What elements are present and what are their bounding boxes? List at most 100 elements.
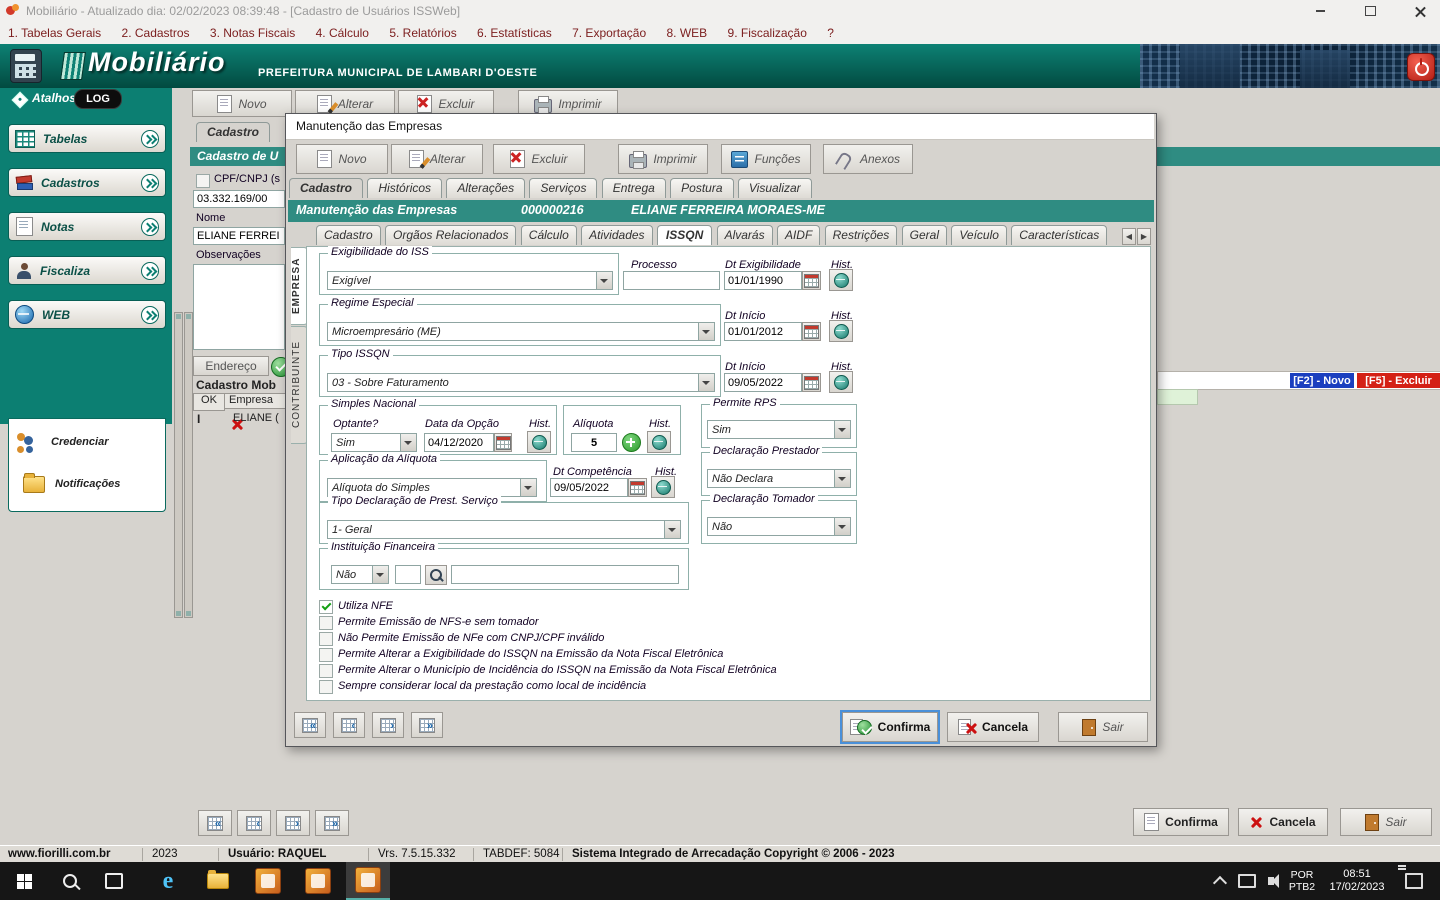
app2-button[interactable] [296, 862, 340, 900]
dlg-nav-first-button[interactable]: « [294, 712, 326, 738]
file-explorer-button[interactable] [196, 862, 240, 900]
bg-confirma-button[interactable]: Confirma [1133, 808, 1229, 836]
tab-atividades[interactable]: Atividades [581, 225, 653, 245]
aliquota-field[interactable]: 5 [571, 433, 617, 452]
tipo-issqn-dt-field[interactable]: 09/05/2022 [724, 373, 802, 392]
notification-center-button[interactable] [1396, 862, 1432, 900]
optante-select[interactable]: Sim [331, 433, 417, 452]
tray-display-button[interactable] [1234, 862, 1260, 900]
bg-sair-button[interactable]: Sair [1340, 808, 1432, 836]
dlg-nav-last-button[interactable]: » [411, 712, 443, 738]
dlg-funcoes-button[interactable]: Funções [721, 144, 811, 174]
tab-alvaras[interactable]: Alvarás [716, 225, 773, 245]
dlg-anexos-button[interactable]: Anexos [823, 144, 913, 174]
tab-servicos[interactable]: Serviços [529, 178, 598, 198]
tray-volume-button[interactable] [1258, 862, 1284, 900]
tab-historicos[interactable]: Históricos [367, 178, 443, 198]
sidebar-item-tabelas[interactable]: Tabelas [8, 124, 166, 153]
menu-web[interactable]: 8. WEB [666, 22, 707, 44]
dropdown-arrow-icon[interactable] [372, 566, 388, 583]
exigibilidade-select[interactable]: Exigível [327, 271, 613, 290]
tab-visualizar[interactable]: Visualizar [737, 178, 812, 198]
dropdown-arrow-icon[interactable] [596, 272, 612, 289]
regime-select[interactable]: Microempresário (ME) [327, 322, 715, 341]
tray-expand-button[interactable] [1206, 862, 1234, 900]
dropdown-arrow-icon[interactable] [834, 518, 850, 535]
add-aliquota-button[interactable] [622, 433, 641, 452]
tipo-declaracao-select[interactable]: 1- Geral [327, 520, 681, 539]
dropdown-arrow-icon[interactable] [400, 434, 416, 451]
tab-postura[interactable]: Postura [670, 178, 734, 198]
bg-cpf-checkbox[interactable] [196, 174, 210, 188]
tray-language-button[interactable]: POR PTB2 [1284, 862, 1320, 900]
dlg-excluir-button[interactable]: Excluir [493, 144, 585, 174]
start-button[interactable] [0, 862, 48, 900]
bg-nav-next-button[interactable]: › [276, 810, 310, 836]
menu-fiscalizacao[interactable]: 9. Fiscalização [728, 22, 807, 44]
sidebar-item-notificacoes[interactable]: Notificações [23, 469, 163, 499]
browser-button[interactable]: e [146, 862, 190, 900]
menu-tabelas-gerais[interactable]: 1. Tabelas Gerais [8, 22, 101, 44]
chevron-double-icon[interactable] [141, 129, 159, 148]
inst-financeira-search-button[interactable] [425, 565, 447, 585]
chevron-double-icon[interactable] [141, 217, 159, 236]
dropdown-arrow-icon[interactable] [834, 421, 850, 438]
dt-competencia-calendar-button[interactable] [628, 478, 647, 497]
dlg-cancela-button[interactable]: Cancela [947, 712, 1039, 742]
sidebar-item-notas[interactable]: Notas [8, 212, 166, 241]
task-view-button[interactable] [92, 862, 136, 900]
dt-exigibilidade-field[interactable]: 01/01/1990 [724, 271, 802, 290]
sidebar-item-credenciar[interactable]: Credenciar [15, 427, 159, 457]
bg-tab-cadastro[interactable]: Cadastro [196, 122, 271, 142]
bg-novo-button[interactable]: Novo [192, 90, 292, 117]
menu-estatisticas[interactable]: 6. Estatísticas [477, 22, 552, 44]
aliquota-hist-button[interactable] [647, 431, 671, 453]
dropdown-arrow-icon[interactable] [698, 323, 714, 340]
tab-scroll-right-button[interactable]: ▶ [1137, 228, 1151, 245]
dlg-novo-button[interactable]: Novo [296, 144, 388, 174]
bg-nome-field[interactable]: ELIANE FERREI [193, 227, 285, 245]
maximize-button[interactable] [1356, 2, 1384, 20]
tab-aidf[interactable]: AIDF [776, 225, 821, 245]
data-opcao-field[interactable]: 04/12/2020 [424, 433, 494, 452]
tab-alteracoes[interactable]: Alterações [446, 178, 526, 198]
bg-nav-prev-button[interactable]: ‹ [237, 810, 271, 836]
bg-cpf-field[interactable]: 03.332.169/00 [193, 190, 285, 208]
menu-relatorios[interactable]: 5. Relatórios [389, 22, 456, 44]
bg-nav-last-button[interactable]: » [315, 810, 349, 836]
regime-dt-field[interactable]: 01/01/2012 [724, 322, 802, 341]
permite-rps-select[interactable]: Sim [707, 420, 851, 439]
utiliza-nfe-checkbox[interactable] [319, 600, 333, 614]
dlg-alterar-button[interactable]: Alterar [391, 144, 483, 174]
dlg-imprimir-button[interactable]: Imprimir [618, 144, 708, 174]
decl-prestador-select[interactable]: Não Declara [707, 469, 851, 488]
dlg-nav-prev-button[interactable]: ‹ [333, 712, 365, 738]
dialog-title-bar[interactable]: Manutenção das Empresas [286, 114, 1154, 140]
tab-veiculo[interactable]: Veículo [951, 225, 1007, 245]
local-prestacao-checkbox[interactable] [319, 680, 333, 694]
dropdown-arrow-icon[interactable] [834, 470, 850, 487]
dlg-nav-next-button[interactable]: › [372, 712, 404, 738]
sidebar-item-cadastros[interactable]: Cadastros [8, 168, 166, 197]
tab-geral[interactable]: Geral [901, 225, 947, 245]
bg-cancela-button[interactable]: Cancela [1238, 808, 1328, 836]
alterar-exigibilidade-checkbox[interactable] [319, 648, 333, 662]
chevron-double-icon[interactable] [141, 261, 159, 280]
tipo-issqn-hist-button[interactable] [829, 371, 853, 393]
tab-scroll-left-button[interactable]: ◀ [1122, 228, 1136, 245]
nfe-cnpj-invalido-checkbox[interactable] [319, 632, 333, 646]
simples-hist-button[interactable] [527, 431, 551, 453]
sidebar-item-fiscaliza[interactable]: Fiscaliza [8, 256, 166, 285]
data-opcao-calendar-button[interactable] [494, 433, 512, 452]
menu-calculo[interactable]: 4. Cálculo [316, 22, 369, 44]
exigibilidade-hist-button[interactable] [829, 269, 853, 291]
dropdown-arrow-icon[interactable] [520, 479, 536, 496]
emissao-sem-tomador-checkbox[interactable] [319, 616, 333, 630]
menu-exportacao[interactable]: 7. Exportação [572, 22, 646, 44]
inst-financeira-name-field[interactable] [451, 565, 679, 584]
tab-restricoes[interactable]: Restrições [824, 225, 898, 245]
dlg-sair-button[interactable]: Sair [1058, 712, 1148, 742]
tab-caracteristicas[interactable]: Características [1011, 225, 1108, 245]
tab-orgaos-relacionados[interactable]: Orgãos Relacionados [385, 225, 517, 245]
aplicacao-hist-button[interactable] [651, 476, 675, 498]
